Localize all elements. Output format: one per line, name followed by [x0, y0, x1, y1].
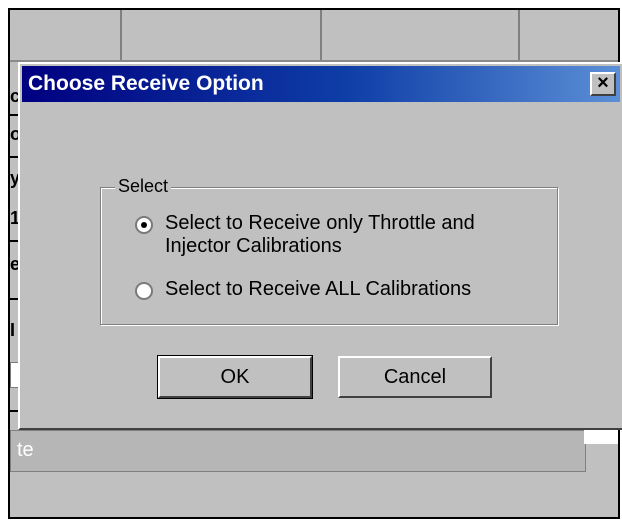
- toolbar-cell[interactable]: [320, 10, 322, 60]
- radio-button-selected[interactable]: [135, 216, 153, 234]
- background-blank-area: [584, 430, 618, 444]
- close-icon: ×: [597, 72, 609, 94]
- ok-button[interactable]: OK: [157, 355, 313, 399]
- option-label: Select to Receive ALL Calibrations: [165, 278, 472, 300]
- option-throttle-injector[interactable]: Select to Receive only Throttle and Inje…: [135, 212, 525, 258]
- radio-button[interactable]: [135, 282, 153, 300]
- dialog-title-bar[interactable]: Choose Receive Option ×: [22, 66, 620, 102]
- background-status-bar: te: [10, 430, 586, 472]
- group-label: Select: [115, 176, 172, 197]
- close-button[interactable]: ×: [590, 72, 616, 96]
- select-group-box: Select Select to Receive only Throttle a…: [100, 176, 558, 325]
- background-toolbar: [10, 10, 618, 62]
- option-all-calibrations[interactable]: Select to Receive ALL Calibrations: [135, 278, 471, 301]
- choose-receive-option-dialog: Choose Receive Option × Select Select to…: [18, 62, 622, 430]
- toolbar-cell[interactable]: [518, 10, 520, 60]
- cancel-button[interactable]: Cancel: [338, 356, 492, 398]
- toolbar-cell[interactable]: [120, 10, 122, 60]
- dialog-title: Choose Receive Option: [28, 72, 264, 95]
- option-label: Select to Receive only Throttle and Inje…: [165, 212, 475, 257]
- status-text: te: [17, 439, 34, 461]
